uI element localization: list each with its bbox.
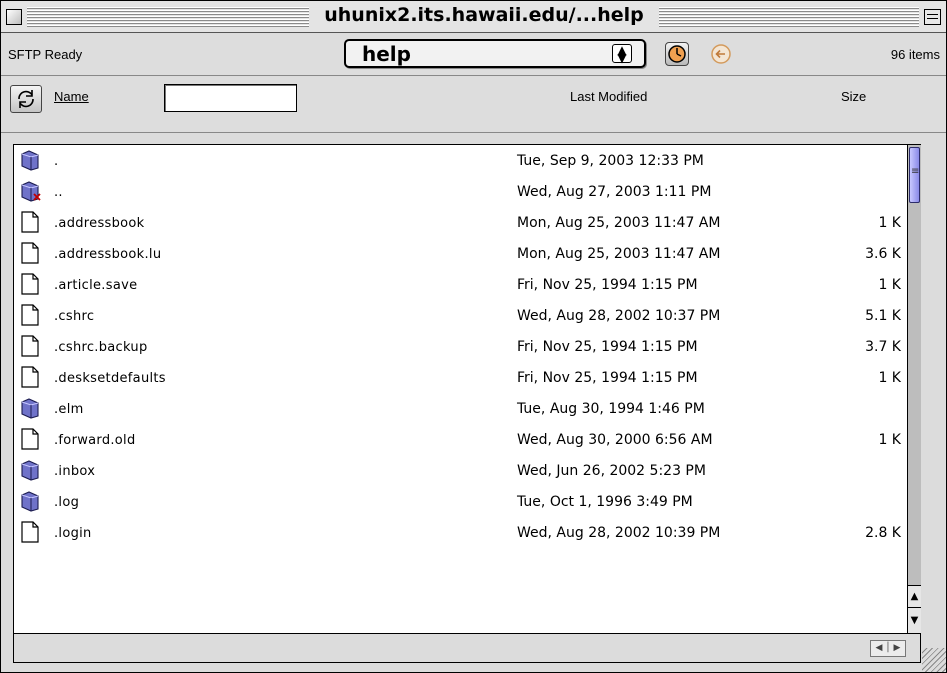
name-filter-input[interactable] <box>164 84 297 112</box>
file-name: .elm <box>54 402 84 417</box>
file-size: 1 K <box>878 277 901 293</box>
path-popup-menu[interactable]: help ▲ ▼ <box>344 39 646 68</box>
file-name: .cshrc <box>54 309 95 324</box>
file-row[interactable]: . Tue, Sep 9, 2003 12:33 PM <box>14 145 907 176</box>
file-row[interactable]: .inbox Wed, Jun 26, 2002 5:23 PM <box>14 455 907 486</box>
file-list: . Tue, Sep 9, 2003 12:33 PM.. Wed, Aug 27,… <box>13 144 921 663</box>
file-size: 1 K <box>878 370 901 386</box>
folder-up-icon <box>20 180 41 202</box>
file-size: 5.1 K <box>865 308 901 324</box>
file-size: 3.6 K <box>865 246 901 262</box>
document-icon <box>20 521 40 543</box>
title-stripes-left <box>27 7 309 27</box>
file-modified: Wed, Aug 28, 2002 10:37 PM <box>517 308 721 324</box>
file-modified: Wed, Jun 26, 2002 5:23 PM <box>517 463 706 479</box>
file-name: .. <box>54 185 63 200</box>
folder-icon <box>20 397 40 419</box>
document-icon <box>20 211 40 233</box>
toolbar: SFTP Ready help ▲ ▼ 96 items <box>1 34 946 76</box>
file-modified: Tue, Aug 30, 1994 1:46 PM <box>517 401 705 417</box>
file-row[interactable]: .desksetdefaults Fri, Nov 25, 1994 1:15 P… <box>14 362 907 393</box>
document-icon <box>20 242 40 264</box>
file-modified: Mon, Aug 25, 2003 11:47 AM <box>517 246 721 262</box>
file-name: . <box>54 154 59 169</box>
document-icon <box>20 273 40 295</box>
scroll-down-arrow-icon[interactable]: ▼ <box>908 607 921 633</box>
connection-status: SFTP Ready <box>8 47 83 62</box>
file-size: 2.8 K <box>865 525 901 541</box>
file-row[interactable]: .cshrc Wed, Aug 28, 2002 10:37 PM 5.1 K <box>14 300 907 331</box>
window-title: uhunix2.its.hawaii.edu/...help <box>309 4 659 26</box>
ftp-window: uhunix2.its.hawaii.edu/...help SFTP Read… <box>0 0 947 673</box>
clock-icon <box>668 45 686 63</box>
file-modified: Tue, Oct 1, 1996 3:49 PM <box>517 494 693 510</box>
back-button[interactable] <box>709 42 733 66</box>
file-row[interactable]: .article.save Fri, Nov 25, 1994 1:15 PM 1 … <box>14 269 907 300</box>
title-bar[interactable]: uhunix2.its.hawaii.edu/...help <box>1 1 946 33</box>
column-name[interactable]: Name <box>54 89 89 104</box>
resize-grip-icon[interactable] <box>922 648 946 672</box>
file-row[interactable]: .log Tue, Oct 1, 1996 3:49 PM <box>14 486 907 517</box>
file-modified: Fri, Nov 25, 1994 1:15 PM <box>517 370 698 386</box>
file-row[interactable]: .elm Tue, Aug 30, 1994 1:46 PM <box>14 393 907 424</box>
file-modified: Wed, Aug 30, 2000 6:56 AM <box>517 432 713 448</box>
scroll-thumb[interactable] <box>909 147 920 203</box>
file-name: .inbox <box>54 464 96 479</box>
back-arrow-icon <box>711 44 731 64</box>
file-name: .login <box>54 526 92 541</box>
file-rows: . Tue, Sep 9, 2003 12:33 PM.. Wed, Aug 27,… <box>14 145 907 633</box>
folder-icon <box>20 490 40 512</box>
file-name: .article.save <box>54 278 138 293</box>
document-icon <box>20 335 40 357</box>
refresh-icon <box>18 90 34 108</box>
file-name: .addressbook <box>54 216 145 231</box>
refresh-button[interactable] <box>10 85 42 113</box>
file-modified: Fri, Nov 25, 1994 1:15 PM <box>517 339 698 355</box>
file-size: 1 K <box>878 215 901 231</box>
document-icon <box>20 304 40 326</box>
document-icon <box>20 366 40 388</box>
column-last-modified[interactable]: Last Modified <box>570 89 647 104</box>
file-modified: Tue, Sep 9, 2003 12:33 PM <box>517 153 704 169</box>
file-row[interactable]: .forward.old Wed, Aug 30, 2000 6:56 AM 1 K <box>14 424 907 455</box>
file-name: .forward.old <box>54 433 136 448</box>
collapse-box[interactable] <box>924 9 941 25</box>
scroll-up-arrow-icon[interactable]: ▲ <box>908 585 921 607</box>
horizontal-scrollbar[interactable]: ◀ │ ▶ <box>14 633 920 662</box>
file-name: .log <box>54 495 80 510</box>
file-row[interactable]: .cshrc.backup Fri, Nov 25, 1994 1:15 PM 3.… <box>14 331 907 362</box>
file-modified: Wed, Aug 27, 2003 1:11 PM <box>517 184 712 200</box>
file-name: .addressbook.lu <box>54 247 162 262</box>
document-icon <box>20 428 40 450</box>
file-row[interactable]: .. Wed, Aug 27, 2003 1:11 PM <box>14 176 907 207</box>
file-name: .cshrc.backup <box>54 340 148 355</box>
current-directory: help <box>362 42 411 66</box>
file-modified: Fri, Nov 25, 1994 1:15 PM <box>517 277 698 293</box>
popup-arrows-icon: ▲ ▼ <box>612 44 632 64</box>
item-count: 96 items <box>890 47 940 62</box>
close-box[interactable] <box>6 9 22 25</box>
vertical-scrollbar[interactable]: ▲ ▼ <box>907 145 921 633</box>
column-header: Name Last Modified Size <box>1 77 946 133</box>
horizontal-scroll-arrows-icon[interactable]: ◀ │ ▶ <box>870 640 906 657</box>
folder-icon <box>20 149 40 171</box>
file-modified: Wed, Aug 28, 2002 10:39 PM <box>517 525 721 541</box>
file-row[interactable]: .addressbook Mon, Aug 25, 2003 11:47 AM 1 … <box>14 207 907 238</box>
file-row[interactable]: .addressbook.lu Mon, Aug 25, 2003 11:47 A… <box>14 238 907 269</box>
title-stripes-right <box>659 7 919 27</box>
file-size: 1 K <box>878 432 901 448</box>
file-size: 3.7 K <box>865 339 901 355</box>
file-row[interactable]: .login Wed, Aug 28, 2002 10:39 PM 2.8 K <box>14 517 907 548</box>
file-modified: Mon, Aug 25, 2003 11:47 AM <box>517 215 721 231</box>
file-name: .desksetdefaults <box>54 371 166 386</box>
folder-icon <box>20 459 40 481</box>
history-button[interactable] <box>665 42 689 66</box>
column-size[interactable]: Size <box>841 89 866 104</box>
